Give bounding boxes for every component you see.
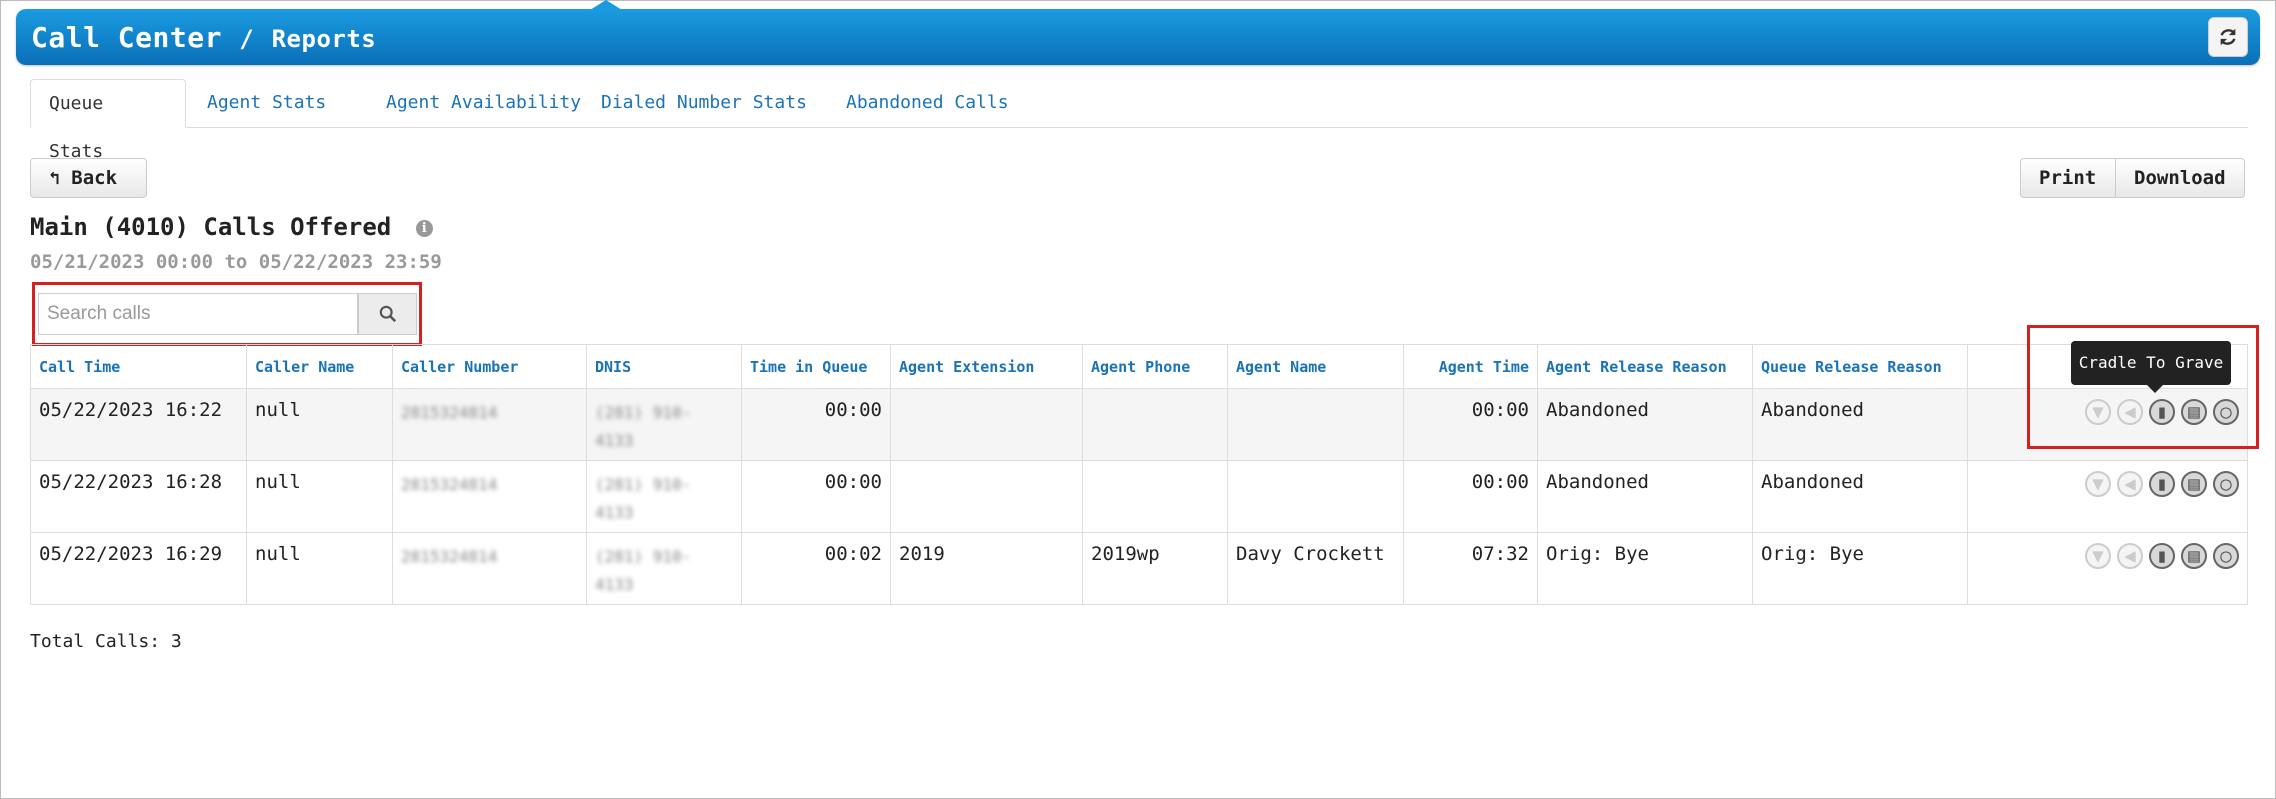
dnis-value: (281) 910-4133 [595, 403, 692, 450]
cell-agent-extension: 2019 [890, 532, 1083, 605]
cell-time-in-queue: 00:00 [741, 460, 891, 533]
col-caller-number[interactable]: Caller Number [392, 344, 587, 389]
cell-agent-time: 00:00 [1403, 460, 1538, 533]
cell-dnis: (281) 910-4133 [586, 388, 742, 461]
col-queue-release-reason[interactable]: Queue Release Reason [1752, 344, 1968, 389]
total-calls: Total Calls: 3 [30, 631, 182, 652]
details-search-icon[interactable]: ○ [2213, 543, 2239, 569]
table-header-row: Call Time Caller Name Caller Number DNIS… [30, 344, 2248, 389]
cell-call-time: 05/22/2023 16:29 [30, 532, 247, 605]
report-tabs: Queue Stats Agent Stats Agent Availabili… [30, 79, 2248, 162]
cell-agent-phone [1082, 388, 1228, 461]
download-recording-icon[interactable]: ▼ [2085, 471, 2111, 497]
cell-agent-release-reason: Abandoned [1537, 388, 1753, 461]
cell-caller-number: 2815324814 [392, 532, 587, 605]
table-row: 05/22/2023 16:29 null 2815324814 (281) 9… [30, 532, 2248, 605]
cell-agent-time: 07:32 [1403, 532, 1538, 605]
cell-agent-name: Davy Crockett [1227, 532, 1404, 605]
header-notch [590, 0, 622, 10]
cell-dnis: (281) 910-4133 [586, 532, 742, 605]
cell-agent-release-reason: Abandoned [1537, 460, 1753, 533]
download-recording-icon[interactable]: ▼ [2085, 543, 2111, 569]
refresh-icon [2220, 28, 2236, 46]
col-time-in-queue[interactable]: Time in Queue [741, 344, 891, 389]
col-agent-time[interactable]: Agent Time [1403, 344, 1538, 389]
table-row: 05/22/2023 16:28 null 2815324814 (281) 9… [30, 460, 2248, 533]
search-icon [379, 305, 396, 323]
cell-caller-number: 2815324814 [392, 460, 587, 533]
cell-dnis: (281) 910-4133 [586, 460, 742, 533]
cell-queue-release-reason: Orig: Bye [1752, 532, 1968, 605]
cell-caller-name: null [246, 460, 393, 533]
refresh-button[interactable] [2208, 17, 2248, 57]
col-agent-phone[interactable]: Agent Phone [1082, 344, 1228, 389]
notes-icon[interactable]: ▤ [2181, 543, 2207, 569]
cell-agent-extension [890, 388, 1083, 461]
title-separator: / [239, 25, 255, 53]
report-title: Main (4010) Calls Offered [30, 213, 392, 241]
cell-agent-time: 00:00 [1403, 388, 1538, 461]
col-caller-name[interactable]: Caller Name [246, 344, 393, 389]
col-call-time[interactable]: Call Time [30, 344, 247, 389]
app-title: Call Center [31, 21, 222, 54]
tab-dialed-number-stats[interactable]: Dialed Number Stats [583, 79, 825, 127]
details-search-icon[interactable]: ○ [2213, 471, 2239, 497]
caller-number-value: 2815324814 [401, 403, 498, 422]
caller-number-value: 2815324814 [401, 475, 498, 494]
report-date-range: 05/21/2023 00:00 to 05/22/2023 23:59 [30, 251, 442, 273]
tab-agent-stats[interactable]: Agent Stats [189, 79, 344, 127]
section-title: Reports [271, 25, 377, 53]
cell-time-in-queue: 00:00 [741, 388, 891, 461]
listen-icon[interactable]: ◀ [2117, 471, 2143, 497]
dnis-value: (281) 910-4133 [595, 547, 692, 594]
listen-icon[interactable]: ◀ [2117, 543, 2143, 569]
col-agent-extension[interactable]: Agent Extension [890, 344, 1083, 389]
back-button-label: Back [71, 167, 118, 189]
cell-caller-name: null [246, 532, 393, 605]
print-button[interactable]: Print [2020, 158, 2116, 198]
cell-time-in-queue: 00:02 [741, 532, 891, 605]
cell-call-time: 05/22/2023 16:22 [30, 388, 247, 461]
cradle-to-grave-icon[interactable]: ▮ [2149, 543, 2175, 569]
search-input[interactable]: Search calls [38, 293, 358, 335]
search-button[interactable] [358, 293, 417, 335]
col-agent-release-reason[interactable]: Agent Release Reason [1537, 344, 1753, 389]
page-title-bar: Call Center / Reports [31, 21, 376, 54]
download-button[interactable]: Download [2115, 158, 2245, 198]
cell-actions: ▼ ◀ ▮ ▤ ○ [1967, 532, 2248, 605]
tab-queue-stats[interactable]: Queue Stats [30, 79, 186, 162]
tab-abandoned-calls[interactable]: Abandoned Calls [828, 79, 1027, 127]
cell-agent-phone [1082, 460, 1228, 533]
col-dnis[interactable]: DNIS [586, 344, 742, 389]
calls-table: Call Time Caller Name Caller Number DNIS… [30, 344, 2248, 605]
page-header: Call Center / Reports [16, 0, 2260, 65]
cradle-to-grave-icon[interactable]: ▮ [2149, 471, 2175, 497]
back-arrow-icon: ↰ [49, 168, 60, 189]
table-row: 05/22/2023 16:22 null 2815324814 (281) 9… [30, 388, 2248, 461]
cradle-to-grave-tooltip: Cradle To Grave [2071, 341, 2231, 393]
cell-agent-release-reason: Orig: Bye [1537, 532, 1753, 605]
cell-queue-release-reason: Abandoned [1752, 388, 1968, 461]
cell-call-time: 05/22/2023 16:28 [30, 460, 247, 533]
cell-actions: ▼ ◀ ▮ ▤ ○ [1967, 460, 2248, 533]
cell-agent-name [1227, 388, 1404, 461]
report-title-wrap: Main (4010) Calls Offered i [30, 213, 433, 241]
cell-caller-number: 2815324814 [392, 388, 587, 461]
cell-caller-name: null [246, 388, 393, 461]
tab-agent-availability[interactable]: Agent Availability [368, 79, 599, 127]
cell-agent-phone: 2019wp [1082, 532, 1228, 605]
cell-agent-extension [890, 460, 1083, 533]
back-button[interactable]: ↰ Back [30, 158, 147, 198]
cell-agent-name [1227, 460, 1404, 533]
col-agent-name[interactable]: Agent Name [1227, 344, 1404, 389]
notes-icon[interactable]: ▤ [2181, 471, 2207, 497]
cell-queue-release-reason: Abandoned [1752, 460, 1968, 533]
dnis-value: (281) 910-4133 [595, 475, 692, 522]
caller-number-value: 2815324814 [401, 547, 498, 566]
info-icon[interactable]: i [415, 219, 433, 237]
